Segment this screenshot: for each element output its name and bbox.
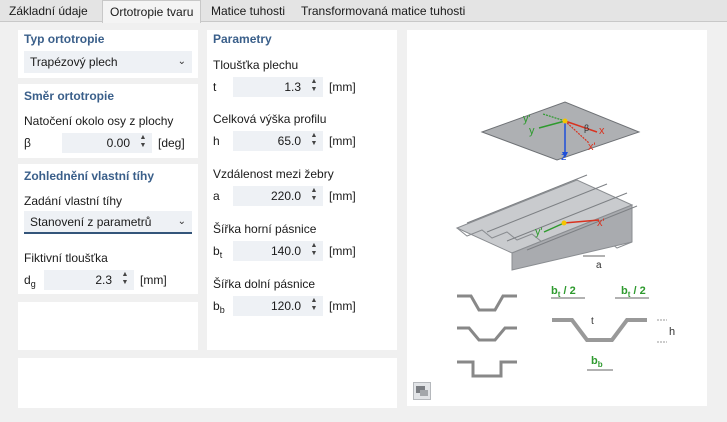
bt-half-left-label: bt / 2 (551, 285, 576, 299)
x-label: x (599, 125, 605, 137)
parametry-title: Parametry (213, 32, 272, 46)
diagram-graphic: y' y x x' β z x' y' a bt / 2 bt / 2 t h … (455, 101, 675, 378)
zadani-tihy-select[interactable]: Stanovení z parametrů ⌄ (24, 211, 192, 234)
tloustka-plechu-value: 1.3 (284, 80, 301, 94)
natoceni-input[interactable]: 0.00 ▲ ▼ (62, 133, 152, 153)
h-dim-label: h (669, 326, 675, 338)
spin-arrows-icon[interactable]: ▲ ▼ (120, 271, 130, 287)
vzdalenost-zeber-unit: [mm] (329, 189, 356, 203)
sheet-x-label: x' (597, 217, 605, 229)
fiktivni-tloustka-value: 2.3 (95, 273, 112, 287)
sirka-dolni-unit: [mm] (329, 299, 356, 313)
spin-arrows-icon[interactable]: ▲ ▼ (309, 132, 319, 148)
x-prime-label: x' (588, 141, 596, 153)
diagram-options-icon[interactable] (413, 382, 431, 400)
spin-arrows-icon[interactable]: ▲ ▼ (309, 187, 319, 203)
vzdalenost-zeber-label: Vzdálenost mezi žebry (213, 167, 334, 181)
origin-point (562, 118, 568, 124)
celkova-vyska-input[interactable]: 65.0 ▲ ▼ (233, 131, 323, 151)
a-dim-label: a (596, 260, 602, 271)
empty-panel (18, 302, 198, 350)
trapezoid-sheet (455, 174, 638, 271)
typ-ortotropie-title: Typ ortotropie (24, 32, 105, 46)
y-label: y (529, 125, 535, 137)
spin-arrows-icon[interactable]: ▲ ▼ (309, 297, 319, 313)
profile-v-icon (457, 326, 517, 342)
sirka-horni-value: 140.0 (270, 244, 301, 258)
celkova-vyska-label: Celková výška profilu (213, 112, 327, 126)
bb-label: bb (591, 355, 603, 369)
beta-label: β (584, 123, 589, 133)
natoceni-value: 0.00 (106, 136, 130, 150)
vlastni-tiha-panel: Zohlednění vlastní tíhy Zadání vlastní t… (18, 164, 198, 294)
chevron-down-icon: ⌄ (177, 56, 186, 67)
diagram-panel: y' y x x' β z x' y' a bt / 2 bt / 2 t h … (407, 30, 707, 406)
tab-bar: Základní údaje Ortotropie tvaru Matice t… (0, 0, 727, 23)
profile-section (552, 318, 647, 342)
sheet-origin (561, 220, 567, 226)
tloustka-plechu-input[interactable]: 1.3 ▲ ▼ (233, 77, 323, 97)
fiktivni-tloustka-label: Fiktivní tloušťka (24, 251, 108, 265)
profile-rect-icon (457, 360, 517, 378)
t-symbol: t (213, 80, 217, 94)
zadani-tihy-label: Zadání vlastní tíhy (24, 194, 123, 208)
sheet-y-label: y' (535, 226, 543, 238)
fiktivni-tloustka-input[interactable]: 2.3 ▲ ▼ (44, 270, 134, 290)
tab-zakladni-udaje[interactable]: Základní údaje (2, 0, 95, 22)
smer-ortotropie-panel: Směr ortotropie Natočení okolo osy z plo… (18, 84, 198, 158)
dg-symbol: dg (24, 273, 36, 289)
beta-symbol: β (24, 136, 31, 150)
notes-panel (18, 358, 397, 408)
typ-ortotropie-value: Trapézový plech (30, 55, 118, 69)
zadani-tihy-value: Stanovení z parametrů (30, 215, 152, 229)
vzdalenost-zeber-value: 220.0 (270, 189, 301, 203)
tab-ortotropie-tvaru[interactable]: Ortotropie tvaru (102, 0, 202, 23)
t-dim-label: t (591, 316, 594, 327)
typ-ortotropie-select[interactable]: Trapézový plech ⌄ (24, 51, 192, 73)
spin-arrows-icon[interactable]: ▲ ▼ (309, 78, 319, 94)
bt-symbol: bt (213, 244, 223, 260)
bb-symbol: bb (213, 299, 225, 315)
typ-ortotropie-panel: Typ ortotropie Trapézový plech ⌄ (18, 30, 198, 78)
sirka-horni-unit: [mm] (329, 244, 356, 258)
sirka-horni-input[interactable]: 140.0 ▲ ▼ (233, 241, 323, 261)
chevron-down-icon: ⌄ (177, 216, 186, 227)
sirka-dolni-label: Šířka dolní pásnice (213, 277, 316, 291)
tab-transformovana-matice[interactable]: Transformovaná matice tuhosti (294, 0, 472, 22)
natoceni-unit: [deg] (158, 136, 185, 150)
z-label: z (561, 151, 567, 163)
a-symbol: a (213, 189, 220, 203)
y-prime-label: y' (523, 113, 531, 125)
vlastni-tiha-title: Zohlednění vlastní tíhy (24, 169, 155, 183)
tloustka-plechu-unit: [mm] (329, 80, 356, 94)
bt-half-right-label: bt / 2 (621, 285, 646, 299)
sirka-horni-label: Šířka horní pásnice (213, 222, 317, 236)
celkova-vyska-value: 65.0 (277, 134, 301, 148)
natoceni-label: Natočení okolo osy z plochy (24, 114, 174, 128)
tab-matice-tuhosti[interactable]: Matice tuhosti (204, 0, 292, 22)
celkova-vyska-unit: [mm] (329, 134, 356, 148)
sirka-dolni-value: 120.0 (270, 299, 301, 313)
vzdalenost-zeber-input[interactable]: 220.0 ▲ ▼ (233, 186, 323, 206)
parametry-panel: Parametry Tloušťka plechu t 1.3 ▲ ▼ [mm] … (207, 30, 397, 350)
spin-arrows-icon[interactable]: ▲ ▼ (138, 134, 148, 150)
sirka-dolni-input[interactable]: 120.0 ▲ ▼ (233, 296, 323, 316)
smer-ortotropie-title: Směr ortotropie (24, 89, 115, 103)
spin-arrows-icon[interactable]: ▲ ▼ (309, 242, 319, 258)
fiktivni-tloustka-unit: [mm] (140, 273, 167, 287)
h-symbol: h (213, 134, 220, 148)
tloustka-plechu-label: Tloušťka plechu (213, 58, 299, 72)
profile-trapezoid-icon (457, 294, 517, 312)
